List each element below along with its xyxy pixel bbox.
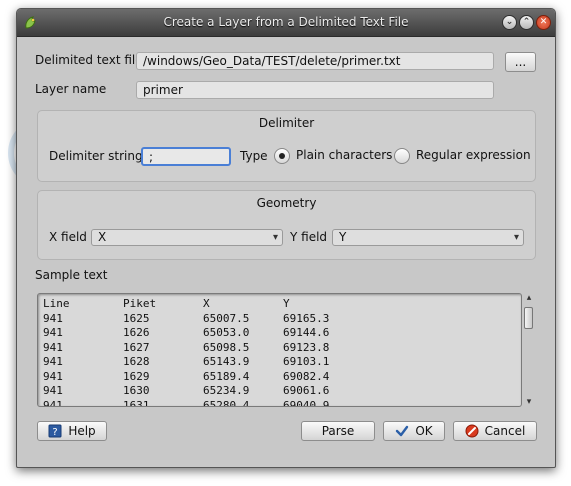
title-bar[interactable]: Create a Layer from a Delimited Text Fil…: [17, 9, 555, 37]
sample-cell: 69103.1: [283, 355, 330, 368]
sample-cell: 941: [43, 311, 63, 325]
sample-cell: 69123.8: [283, 340, 330, 354]
sample-cell: 941: [43, 326, 63, 339]
x-field-value: X: [98, 230, 107, 244]
sample-cell: 941: [43, 369, 63, 383]
geometry-group: Geometry X field X ▾ Y field Y ▾: [37, 190, 536, 260]
sample-cell: 1627: [123, 340, 150, 354]
delimiter-group: Delimiter Delimiter string ; Type Plain …: [37, 110, 536, 182]
scroll-down-icon[interactable]: ▾: [523, 397, 535, 407]
delimiter-group-title: Delimiter: [258, 116, 315, 130]
parse-button[interactable]: Parse: [301, 421, 375, 441]
sample-cell: 65007.5: [203, 311, 250, 325]
cancel-button-label: Cancel: [484, 424, 526, 438]
plain-characters-radio[interactable]: [274, 148, 290, 164]
sample-cell: 69040.9: [283, 398, 330, 407]
sample-cell: 941: [43, 384, 63, 397]
y-field-select[interactable]: Y ▾: [332, 229, 524, 246]
sample-row: 941 1631 65280.4 69040.9: [43, 398, 513, 407]
svg-text:?: ?: [53, 427, 58, 438]
sample-cell: Y: [283, 297, 290, 310]
sample-text-label: Sample text: [35, 268, 108, 282]
maximize-button[interactable]: ⌃: [519, 15, 534, 30]
geometry-group-title: Geometry: [256, 196, 317, 210]
radio-selected-dot: [279, 153, 285, 159]
sample-cell: 941: [43, 340, 63, 354]
cancel-button[interactable]: Cancel: [453, 421, 537, 441]
checkmark-icon: [396, 425, 409, 437]
regular-expression-label[interactable]: Regular expression: [416, 148, 531, 162]
help-button-label: Help: [68, 424, 96, 438]
sample-cell: 941: [43, 398, 63, 407]
sample-cell: 1626: [123, 326, 150, 339]
ok-button[interactable]: OK: [383, 421, 445, 441]
sample-cell: 69082.4: [283, 369, 330, 383]
sample-cell: 1628: [123, 355, 150, 368]
sample-cell: 1631: [123, 398, 150, 407]
scroll-up-icon[interactable]: ▴: [523, 293, 535, 303]
y-field-label: Y field: [290, 230, 328, 244]
maximize-icon: ⌃: [522, 17, 531, 27]
x-field-label: X field: [49, 230, 87, 244]
sample-cell: 1625: [123, 311, 150, 325]
sample-row: 941 1630 65234.9 69061.6: [43, 384, 513, 399]
file-label: Delimited text file: [35, 53, 143, 67]
sample-row: 941 1629 65189.4 69082.4: [43, 370, 513, 385]
sample-row: 941 1628 65143.9 69103.1: [43, 355, 513, 370]
minimize-icon: ⌄: [505, 17, 514, 27]
delimiter-string-label: Delimiter string: [49, 149, 143, 163]
sample-row: 941 1627 65098.5 69123.8: [43, 341, 513, 356]
sample-cell: 69165.3: [283, 311, 330, 325]
type-label: Type: [240, 149, 268, 163]
close-icon: ✕: [539, 17, 548, 27]
sample-row: 941 1626 65053.0 69144.6: [43, 326, 513, 341]
x-field-select[interactable]: X ▾: [91, 229, 283, 246]
layer-name-label: Layer name: [35, 82, 107, 96]
sample-row: 941 1625 65007.5 69165.3: [43, 312, 513, 327]
sample-scrollbar[interactable]: ▴ ▾: [523, 293, 535, 407]
sample-cell: 941: [43, 355, 63, 368]
sample-cell: 65189.4: [203, 369, 250, 383]
scrollbar-thumb[interactable]: [524, 307, 533, 329]
chevron-down-icon: ▾: [272, 232, 278, 243]
cancel-icon: [465, 424, 479, 438]
sample-cell: 1630: [123, 384, 150, 397]
minimize-button[interactable]: ⌄: [502, 15, 517, 30]
file-path-input[interactable]: /windows/Geo_Data/TEST/delete/primer.txt: [136, 52, 494, 70]
ok-button-label: OK: [415, 424, 433, 438]
sample-text-content: Line Piket X Y 941 1625 65007.5 69165.3 941 1626 6…: [43, 297, 513, 407]
delimiter-string-input[interactable]: ;: [141, 147, 231, 166]
dialog-window: Create a Layer from a Delimited Text Fil…: [16, 8, 556, 468]
close-button[interactable]: ✕: [536, 15, 551, 30]
layer-name-input[interactable]: primer: [136, 81, 494, 99]
sample-text-area[interactable]: Line Piket X Y 941 1625 65007.5 69165.3 941 1626 6…: [37, 293, 522, 407]
window-title: Create a Layer from a Delimited Text Fil…: [163, 15, 409, 29]
sample-cell: 65143.9: [203, 355, 250, 368]
sample-cell: 69144.6: [283, 326, 330, 339]
help-book-icon: ?: [48, 424, 62, 438]
sample-cell: 69061.6: [283, 384, 330, 397]
help-button[interactable]: ? Help: [37, 421, 107, 441]
sample-cell: Piket: [123, 297, 157, 310]
sample-cell: 1629: [123, 369, 150, 383]
sample-cell: 65280.4: [203, 398, 250, 407]
y-field-value: Y: [339, 230, 347, 244]
sample-cell: 65098.5: [203, 340, 250, 354]
chevron-down-icon: ▾: [513, 232, 519, 243]
regular-expression-radio[interactable]: [394, 148, 410, 164]
sample-cell: X: [203, 297, 210, 310]
browse-button[interactable]: ...: [505, 52, 536, 72]
sample-cell: 65053.0: [203, 326, 250, 339]
plain-characters-label[interactable]: Plain characters: [296, 148, 392, 162]
sample-header-row: Line Piket X Y: [43, 297, 513, 312]
sample-cell: 65234.9: [203, 384, 250, 397]
sample-cell: Line: [43, 297, 70, 310]
